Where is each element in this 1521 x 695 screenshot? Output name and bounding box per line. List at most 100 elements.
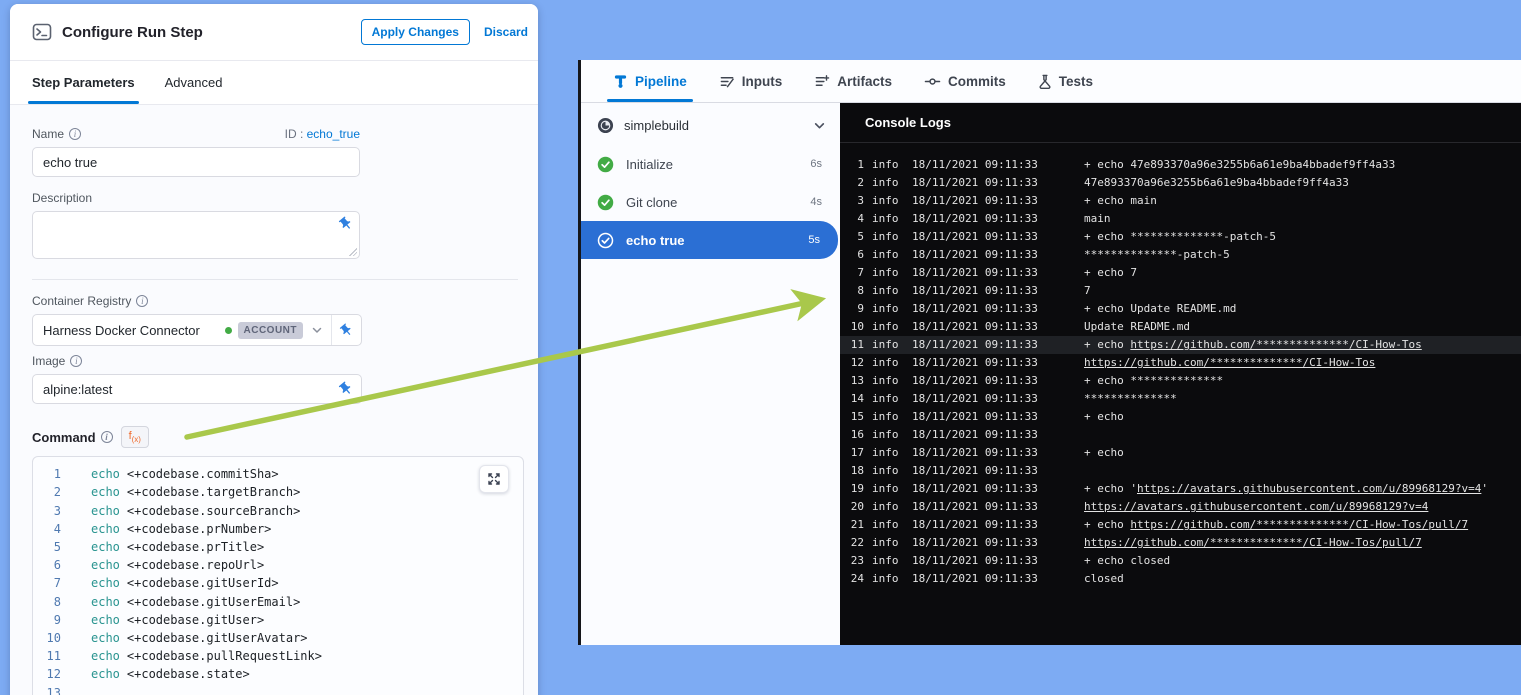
stage-selector[interactable]: simplebuild: [581, 109, 840, 141]
log-link[interactable]: https://github.com/**************/CI-How…: [1130, 338, 1421, 351]
log-level: info: [872, 336, 904, 354]
log-message: + echo https://github.com/**************…: [1084, 516, 1468, 534]
log-message: https://avatars.githubusercontent.com/u/…: [1084, 498, 1428, 516]
step-label: Initialize: [626, 157, 810, 172]
tab-tests[interactable]: Tests: [1038, 60, 1093, 102]
line-number: 10: [33, 629, 61, 647]
apply-changes-button[interactable]: Apply Changes: [361, 19, 470, 45]
code-line: 1echo<+codebase.commitSha>: [33, 465, 523, 483]
step-initialize[interactable]: Initialize 6s: [581, 145, 840, 183]
tab-pipeline[interactable]: Pipeline: [613, 60, 687, 102]
connector-status-dot: [225, 327, 232, 334]
log-timestamp: 18/11/2021 09:11:33: [912, 552, 1042, 570]
log-number: 8: [848, 282, 864, 300]
command-label: Command i: [32, 430, 113, 445]
info-icon[interactable]: i: [136, 295, 148, 307]
pin-icon[interactable]: [338, 216, 354, 232]
step-echo-true[interactable]: echo true 5s: [581, 221, 838, 259]
log-text: + echo Update README.md: [1084, 302, 1236, 315]
info-icon[interactable]: i: [69, 128, 81, 140]
name-input[interactable]: [32, 147, 360, 177]
log-message: closed: [1084, 570, 1124, 588]
code-lines: 1echo<+codebase.commitSha>2echo<+codebas…: [33, 465, 523, 695]
log-number: 1: [848, 156, 864, 174]
info-icon[interactable]: i: [101, 431, 113, 443]
log-row: 23info18/11/2021 09:11:33+ echo closed: [840, 552, 1521, 570]
tests-flask-icon: [1038, 74, 1052, 89]
log-row: 18info18/11/2021 09:11:33: [840, 462, 1521, 480]
tab-commits[interactable]: Commits: [924, 60, 1006, 102]
discard-button[interactable]: Discard: [484, 25, 528, 39]
resize-handle[interactable]: [349, 248, 357, 256]
artifacts-icon: [814, 74, 830, 89]
pin-slot[interactable]: [331, 315, 361, 345]
step-id-value[interactable]: echo_true: [307, 127, 360, 141]
log-message: Update README.md: [1084, 318, 1190, 336]
log-row: 24info18/11/2021 09:11:33closed: [840, 570, 1521, 588]
code-keyword: echo: [91, 502, 120, 520]
code-text: <+codebase.prNumber>: [127, 520, 272, 538]
console-title: Console Logs: [865, 115, 951, 130]
log-link[interactable]: https://avatars.githubusercontent.com/u/…: [1137, 482, 1481, 495]
log-level: info: [872, 444, 904, 462]
log-row: 22info18/11/2021 09:11:33https://github.…: [840, 534, 1521, 552]
log-number: 23: [848, 552, 864, 570]
log-timestamp: 18/11/2021 09:11:33: [912, 156, 1042, 174]
tab-advanced[interactable]: Advanced: [165, 61, 223, 104]
log-number: 20: [848, 498, 864, 516]
step-duration: 4s: [810, 196, 822, 208]
command-code-editor[interactable]: 1echo<+codebase.commitSha>2echo<+codebas…: [32, 456, 524, 695]
code-line: 2echo<+codebase.targetBranch>: [33, 483, 523, 501]
code-keyword: echo: [91, 574, 120, 592]
log-timestamp: 18/11/2021 09:11:33: [912, 228, 1042, 246]
log-text: + echo 7: [1084, 266, 1137, 279]
log-link[interactable]: https://github.com/**************/CI-How…: [1084, 356, 1375, 369]
line-number: 7: [33, 574, 61, 592]
log-text: + echo **************-patch-5: [1084, 230, 1276, 243]
log-message: + echo: [1084, 408, 1124, 426]
code-keyword: echo: [91, 538, 120, 556]
log-lines[interactable]: 1 info 18/11/2021 09:11:33 + echo 47e893370…: [840, 143, 1521, 588]
console-logs-panel: Console Logs 1 info 18/11/2021 09:11:33 + e…: [840, 103, 1521, 645]
tab-step-parameters[interactable]: Step Parameters: [32, 61, 135, 104]
log-number: 7: [848, 264, 864, 282]
chevron-down-icon[interactable]: [311, 324, 323, 336]
log-number: 11: [848, 336, 864, 354]
log-row: 21info18/11/2021 09:11:33+ echo https://…: [840, 516, 1521, 534]
log-row: 9info18/11/2021 09:11:33+ echo Update RE…: [840, 300, 1521, 318]
step-label: Git clone: [626, 195, 810, 210]
log-link[interactable]: https://github.com/**************/CI-How…: [1084, 536, 1422, 549]
code-keyword: echo: [91, 483, 120, 501]
line-number: 5: [33, 538, 61, 556]
expand-icon: [487, 472, 501, 486]
log-level: info: [872, 282, 904, 300]
expression-fx-button[interactable]: f(x): [121, 426, 149, 448]
log-message: + echo closed: [1084, 552, 1170, 570]
log-row: 16info18/11/2021 09:11:33: [840, 426, 1521, 444]
log-text: + echo **************: [1084, 374, 1223, 387]
log-message: + echo: [1084, 444, 1124, 462]
log-timestamp: 18/11/2021 09:11:33: [912, 336, 1042, 354]
log-level: info: [872, 174, 904, 192]
log-number: 6: [848, 246, 864, 264]
pin-icon[interactable]: [338, 381, 354, 397]
info-icon[interactable]: i: [70, 355, 82, 367]
log-timestamp: 18/11/2021 09:11:33: [912, 318, 1042, 336]
fullscreen-button[interactable]: [479, 465, 509, 493]
tab-artifacts[interactable]: Artifacts: [814, 60, 892, 102]
container-registry-select[interactable]: Harness Docker Connector ACCOUNT: [32, 314, 362, 346]
log-number: 3: [848, 192, 864, 210]
success-check-icon: [597, 156, 614, 173]
description-input[interactable]: [32, 211, 360, 259]
log-number: 9: [848, 300, 864, 318]
image-input[interactable]: [32, 374, 362, 404]
code-keyword: echo: [91, 665, 120, 683]
description-field-wrap: [32, 211, 360, 259]
log-link[interactable]: https://avatars.githubusercontent.com/u/…: [1084, 500, 1428, 513]
code-line: 6echo<+codebase.repoUrl>: [33, 556, 523, 574]
log-link[interactable]: https://github.com/**************/CI-How…: [1130, 518, 1468, 531]
log-text: 47e893370a96e3255b6a61e9ba4bbadef9ff4a33: [1084, 176, 1349, 189]
tab-inputs[interactable]: Inputs: [719, 60, 783, 102]
chevron-down-icon[interactable]: [813, 119, 826, 132]
step-git-clone[interactable]: Git clone 4s: [581, 183, 840, 221]
